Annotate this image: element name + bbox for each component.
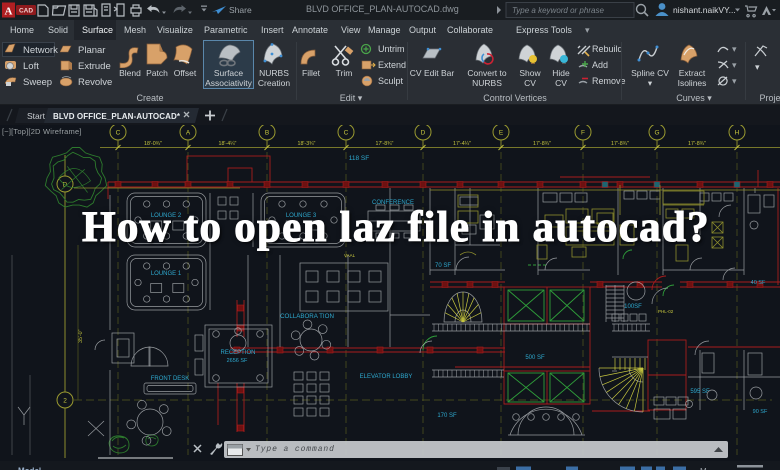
svg-text:70 SF: 70 SF xyxy=(435,263,451,269)
svg-text:2: 2 xyxy=(63,398,67,405)
svg-text:18'-0¾": 18'-0¾" xyxy=(144,141,162,147)
svg-text:90 SF: 90 SF xyxy=(753,409,768,415)
svg-text:RECEPTION: RECEPTION xyxy=(220,350,255,356)
svg-text:CAD: CAD xyxy=(19,8,33,15)
svg-text:BLVD OFFICE_PLAN-AUTOCAD*: BLVD OFFICE_PLAN-AUTOCAD* xyxy=(53,112,181,121)
svg-text:COLLABORA TION: COLLABORA TION xyxy=(280,313,334,320)
svg-text:A: A xyxy=(186,129,191,136)
svg-text:B: B xyxy=(265,129,269,136)
svg-text:100SF: 100SF xyxy=(624,304,642,310)
svg-text:nishant.naikVY...: nishant.naikVY... xyxy=(673,5,736,15)
svg-text:2656 SF: 2656 SF xyxy=(227,358,248,364)
svg-text:17'-8¾": 17'-8¾" xyxy=(376,141,394,147)
svg-text:C: C xyxy=(344,129,349,136)
svg-text:E: E xyxy=(499,129,504,136)
svg-text:17'-4¼": 17'-4¼" xyxy=(453,141,471,147)
svg-text:C: C xyxy=(116,129,121,136)
svg-text:F: F xyxy=(581,129,585,136)
svg-text:595 SF: 595 SF xyxy=(690,389,710,395)
svg-text:500 SF: 500 SF xyxy=(525,355,545,361)
svg-text:PHL-02: PHL-02 xyxy=(658,309,674,314)
svg-text:H: H xyxy=(735,129,740,136)
svg-text:FRONT DESK: FRONT DESK xyxy=(151,376,190,382)
svg-text:170 SF: 170 SF xyxy=(437,413,457,419)
svg-text:Share: Share xyxy=(229,5,252,15)
svg-text:18'-4¼": 18'-4¼" xyxy=(219,141,237,147)
svg-text:35'-0": 35'-0" xyxy=(78,329,84,343)
svg-text:17'-8¾": 17'-8¾" xyxy=(533,141,551,147)
svg-text:VAAL: VAAL xyxy=(344,253,356,258)
svg-text:17'-8¾": 17'-8¾" xyxy=(688,141,706,147)
svg-text:Type a keyword or phrase: Type a keyword or phrase xyxy=(512,6,604,15)
svg-text:ELEVATOR LOBBY: ELEVATOR LOBBY xyxy=(360,374,413,380)
svg-text:40 SF: 40 SF xyxy=(751,280,766,286)
svg-text:Model: Model xyxy=(18,467,41,470)
svg-text:LOUNGE 1: LOUNGE 1 xyxy=(151,271,182,277)
svg-text:18'-3¾": 18'-3¾" xyxy=(298,141,316,147)
svg-text:A: A xyxy=(5,6,13,18)
svg-text:D: D xyxy=(421,129,426,136)
svg-text:17'-8¾": 17'-8¾" xyxy=(611,141,629,147)
svg-text:118 SF: 118 SF xyxy=(349,155,370,162)
svg-text:Start: Start xyxy=(27,111,46,121)
svg-text:G: G xyxy=(654,129,659,136)
